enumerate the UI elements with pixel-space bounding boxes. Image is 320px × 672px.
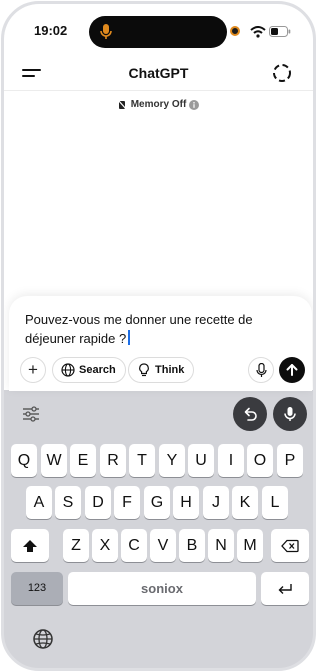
message-input-text: Pouvez-vous me donner une recette de déj… <box>25 312 253 346</box>
memory-off-icon <box>117 99 127 110</box>
message-composer[interactable]: Pouvez-vous me donner une recette de déj… <box>9 296 312 391</box>
think-button-label: Think <box>155 364 185 376</box>
key-h[interactable]: H <box>173 486 199 519</box>
battery-icon <box>269 26 291 37</box>
key-x[interactable]: X <box>92 529 118 562</box>
globe-icon <box>61 363 75 377</box>
undo-button[interactable] <box>233 397 267 431</box>
key-l[interactable]: L <box>262 486 288 519</box>
shift-icon <box>23 539 37 552</box>
camera-indicator-icon <box>230 26 240 36</box>
search-button-label: Search <box>79 364 116 376</box>
delete-key[interactable] <box>271 529 309 562</box>
key-q[interactable]: Q <box>11 444 37 477</box>
key-b[interactable]: B <box>179 529 205 562</box>
status-time: 19:02 <box>34 23 68 38</box>
keyboard-dictation-button[interactable] <box>273 397 307 431</box>
key-f[interactable]: F <box>114 486 140 519</box>
return-key[interactable] <box>261 572 309 605</box>
key-v[interactable]: V <box>150 529 176 562</box>
search-button[interactable]: Search <box>52 357 126 383</box>
key-g[interactable]: G <box>144 486 170 519</box>
key-m[interactable]: M <box>237 529 263 562</box>
plus-icon: + <box>28 360 38 379</box>
shift-key[interactable] <box>11 529 49 562</box>
key-z[interactable]: Z <box>63 529 89 562</box>
page-title: ChatGPT <box>128 65 189 81</box>
numbers-key[interactable]: 123 <box>11 572 63 605</box>
undo-icon <box>244 407 257 421</box>
memory-label: Memory Off <box>130 99 187 110</box>
key-p[interactable]: P <box>277 444 303 477</box>
microphone-icon <box>284 407 296 421</box>
keyboard-settings-icon[interactable] <box>22 406 40 422</box>
key-r[interactable]: R <box>100 444 126 477</box>
backspace-icon <box>281 539 299 552</box>
key-u[interactable]: U <box>188 444 214 477</box>
lightbulb-icon <box>139 363 149 377</box>
header-divider <box>4 90 313 91</box>
key-o[interactable]: O <box>247 444 273 477</box>
globe-icon[interactable] <box>32 628 54 650</box>
dynamic-island <box>89 16 227 48</box>
key-d[interactable]: D <box>85 486 111 519</box>
key-a[interactable]: A <box>26 486 52 519</box>
key-w[interactable]: W <box>41 444 67 477</box>
add-attachment-button[interactable]: + <box>20 357 46 383</box>
text-caret <box>128 330 131 345</box>
key-e[interactable]: E <box>70 444 96 477</box>
info-icon[interactable] <box>189 99 200 110</box>
phone-frame: 19:02 ChatGPT Memory Off Pouvez-vous me … <box>1 1 316 671</box>
key-k[interactable]: K <box>232 486 258 519</box>
microphone-icon <box>256 363 267 377</box>
send-button[interactable] <box>279 357 305 383</box>
key-n[interactable]: N <box>208 529 234 562</box>
key-j[interactable]: J <box>203 486 229 519</box>
key-s[interactable]: S <box>55 486 81 519</box>
space-key[interactable]: soniox <box>68 572 256 605</box>
dictate-button[interactable] <box>248 357 274 383</box>
key-y[interactable]: Y <box>159 444 185 477</box>
key-c[interactable]: C <box>121 529 147 562</box>
think-button[interactable]: Think <box>128 357 195 383</box>
key-i[interactable]: I <box>218 444 244 477</box>
key-t[interactable]: T <box>129 444 155 477</box>
microphone-indicator-icon <box>100 24 112 39</box>
memory-status[interactable]: Memory Off <box>4 99 313 110</box>
message-input[interactable]: Pouvez-vous me donner une recette de déj… <box>25 310 275 348</box>
wifi-icon <box>250 26 266 38</box>
arrow-up-icon <box>286 364 298 376</box>
return-icon <box>278 583 292 594</box>
new-chat-icon[interactable] <box>271 62 293 84</box>
